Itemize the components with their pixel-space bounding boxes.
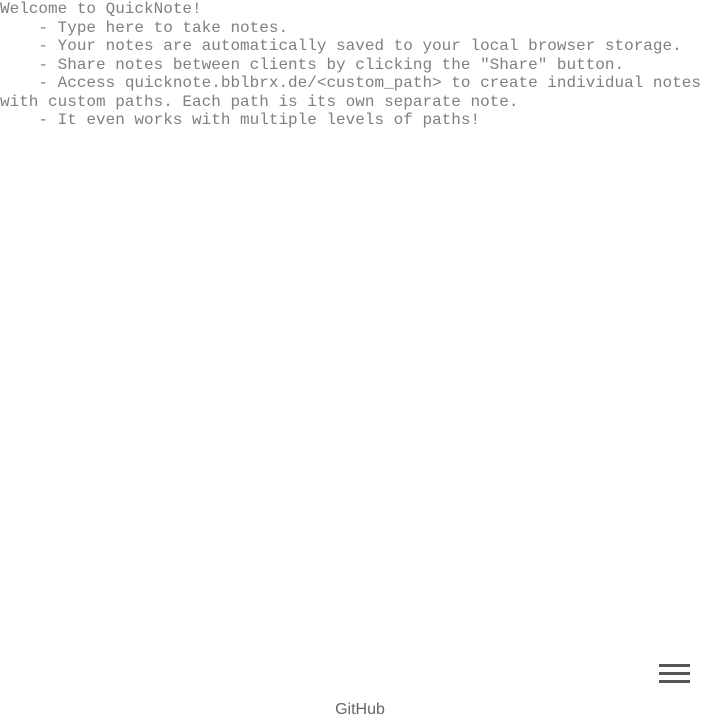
menu-icon-bar <box>659 664 690 667</box>
note-editor[interactable]: Welcome to QuickNote! - Type here to tak… <box>0 0 720 640</box>
menu-icon-bar <box>659 680 690 683</box>
github-link[interactable]: GitHub <box>335 701 385 718</box>
quicknote-page: Welcome to QuickNote! - Type here to tak… <box>0 0 720 720</box>
footer: GitHub <box>0 700 720 720</box>
menu-button[interactable] <box>658 662 690 688</box>
menu-icon-bar <box>659 672 690 675</box>
